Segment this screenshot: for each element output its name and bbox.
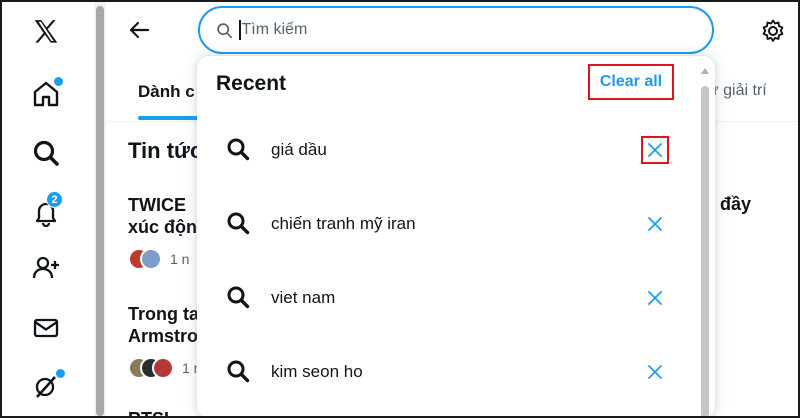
text-cursor xyxy=(239,20,241,40)
avatar xyxy=(152,357,174,379)
news-title-line[interactable]: RTSI xyxy=(128,408,169,418)
left-scrollbar-thumb[interactable] xyxy=(96,6,104,416)
home-notification-dot xyxy=(54,77,63,86)
recent-item-label: viet nam xyxy=(271,288,336,307)
notifications-icon[interactable]: 2 xyxy=(24,190,68,234)
search-icon xyxy=(227,212,250,235)
close-icon xyxy=(648,291,662,305)
follow-icon[interactable] xyxy=(24,246,68,290)
search-icon xyxy=(227,360,250,383)
clear-all-button[interactable]: Clear all xyxy=(588,64,674,100)
close-icon xyxy=(648,217,662,231)
news-title-line[interactable]: Trong ta xyxy=(128,303,199,325)
recent-searches-dropdown: Recent Clear all giá dầu chiến tranh mỹ … xyxy=(197,56,715,418)
search-input[interactable] xyxy=(241,21,662,39)
news-title-right-fragment: đầy xyxy=(720,194,752,214)
dropdown-scrollbar-thumb[interactable] xyxy=(701,86,709,418)
left-scrollbar[interactable] xyxy=(94,0,106,418)
close-icon xyxy=(648,143,662,157)
section-title: Tin tức xyxy=(128,138,203,163)
recent-item[interactable]: chiến tranh mỹ iran xyxy=(197,186,697,260)
dropdown-scrollbar[interactable] xyxy=(699,68,711,418)
news-title-line[interactable]: Armstro xyxy=(128,325,198,347)
tab-entertainment[interactable]: ư giải trí xyxy=(708,82,767,100)
remove-recent-button[interactable] xyxy=(641,210,669,238)
notifications-badge: 2 xyxy=(46,191,63,208)
back-arrow-icon[interactable] xyxy=(126,16,154,44)
recent-item-label: chiến tranh mỹ iran xyxy=(271,214,416,233)
close-icon xyxy=(648,365,662,379)
news-meta: 1 n xyxy=(128,357,201,379)
news-title-line[interactable]: xúc động xyxy=(128,216,208,238)
search-nav-icon[interactable] xyxy=(24,131,68,175)
home-icon[interactable] xyxy=(24,72,68,116)
recent-item[interactable]: giá dầu xyxy=(197,112,697,186)
news-time: 1 n xyxy=(170,251,190,267)
recent-item[interactable]: kim seon ho xyxy=(197,334,697,408)
remove-recent-button[interactable] xyxy=(641,136,669,164)
news-title-line[interactable]: TWICE xyxy=(128,194,186,216)
left-nav: 2 xyxy=(0,0,92,418)
scroll-up-arrow-icon[interactable] xyxy=(701,68,709,74)
recent-title: Recent xyxy=(216,72,287,95)
news-meta: 1 n xyxy=(128,248,189,270)
remove-recent-button[interactable] xyxy=(641,284,669,312)
gear-icon[interactable] xyxy=(760,18,786,44)
grok-icon[interactable] xyxy=(24,364,68,408)
grok-notification-dot xyxy=(56,369,65,378)
search-icon xyxy=(217,22,233,38)
x-logo-icon[interactable] xyxy=(24,10,68,54)
remove-recent-button[interactable] xyxy=(641,358,669,386)
tab-for-you[interactable]: Dành c xyxy=(138,82,195,102)
search-icon xyxy=(227,286,250,309)
recent-item-label: kim seon ho xyxy=(271,362,363,381)
search-box[interactable] xyxy=(198,6,714,54)
recent-item[interactable]: viet nam xyxy=(197,260,697,334)
search-icon xyxy=(227,138,250,161)
avatar xyxy=(140,248,162,270)
clear-all-label: Clear all xyxy=(599,73,663,90)
recent-item-label: giá dầu xyxy=(271,140,327,159)
messages-icon[interactable] xyxy=(24,306,68,350)
